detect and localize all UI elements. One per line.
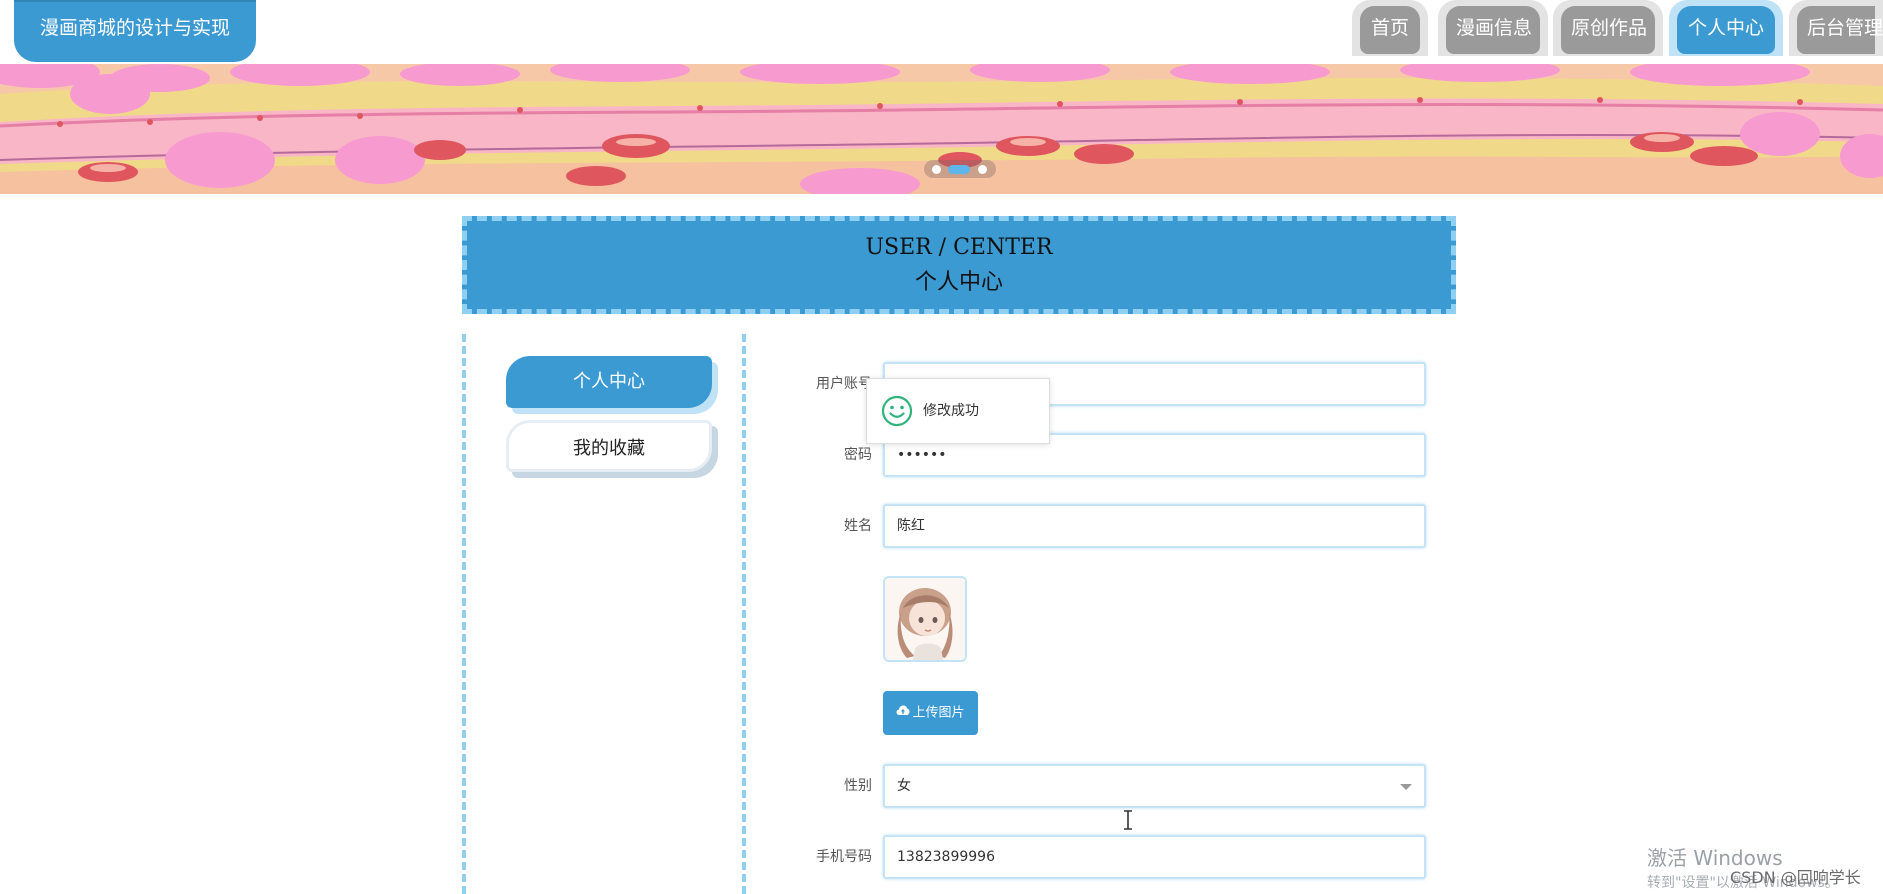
- name-label: 姓名: [844, 518, 872, 534]
- avatar[interactable]: [883, 576, 967, 662]
- carousel-dot-1[interactable]: [932, 165, 941, 174]
- nav-item-admin[interactable]: 后台管理: [1789, 0, 1883, 56]
- form-row-phone: 手机号码 13823899996: [790, 835, 1426, 879]
- gender-select[interactable]: 女: [883, 764, 1426, 808]
- nav-item-user-center-label: 个人中心: [1677, 6, 1775, 54]
- account-label: 用户账号: [816, 376, 872, 392]
- text-cursor-icon: [1124, 810, 1132, 830]
- smile-icon: [881, 395, 913, 427]
- section-title-zh: 个人中心: [914, 270, 1003, 295]
- sidebar: 个人中心 我的收藏: [462, 334, 746, 894]
- sidebar-item-favorites[interactable]: 我的收藏: [506, 420, 712, 472]
- toast-message: 修改成功: [923, 403, 979, 419]
- name-field[interactable]: 陈红: [883, 504, 1426, 548]
- chevron-down-icon[interactable]: [1400, 784, 1412, 790]
- section-header: USER / CENTER 个人中心: [462, 216, 1456, 314]
- form-row-name: 姓名 陈红: [790, 504, 1426, 548]
- success-toast: 修改成功: [866, 378, 1050, 444]
- nav-item-admin-label: 后台管理: [1797, 6, 1883, 54]
- carousel-indicator: [924, 160, 996, 178]
- carousel-dot-2[interactable]: [948, 165, 970, 174]
- cloud-upload-icon: [896, 691, 910, 735]
- nav-item-user-center[interactable]: 个人中心: [1669, 0, 1783, 56]
- upload-button-label: 上传图片: [912, 705, 965, 721]
- nav-item-original-works[interactable]: 原创作品: [1553, 0, 1663, 56]
- nav-item-comics-label: 漫画信息: [1446, 6, 1540, 54]
- nav-item-home[interactable]: 首页: [1352, 0, 1428, 56]
- phone-label: 手机号码: [816, 849, 872, 865]
- carousel-dot-3[interactable]: [978, 165, 987, 174]
- gender-label: 性别: [844, 778, 872, 794]
- site-title[interactable]: 漫画商城的设计与实现: [14, 0, 256, 62]
- nav-item-comics[interactable]: 漫画信息: [1438, 0, 1548, 56]
- sidebar-item-user-center[interactable]: 个人中心: [506, 356, 712, 408]
- section-title-en: USER / CENTER: [865, 235, 1053, 260]
- phone-field[interactable]: 13823899996: [883, 835, 1426, 879]
- nav-item-home-label: 首页: [1360, 6, 1420, 54]
- form-row-gender: 性别 女: [790, 764, 1426, 808]
- password-label: 密码: [844, 447, 872, 463]
- nav-item-original-works-label: 原创作品: [1561, 6, 1655, 54]
- top-bar: 漫画商城的设计与实现 首页 漫画信息 原创作品 个人中心 后台管理: [0, 0, 1883, 64]
- csdn-credit: CSDN @回响学长: [1730, 868, 1861, 887]
- upload-image-button[interactable]: 上传图片: [883, 691, 978, 735]
- avatar-image: [885, 578, 965, 660]
- gender-select-value: 女: [897, 778, 911, 794]
